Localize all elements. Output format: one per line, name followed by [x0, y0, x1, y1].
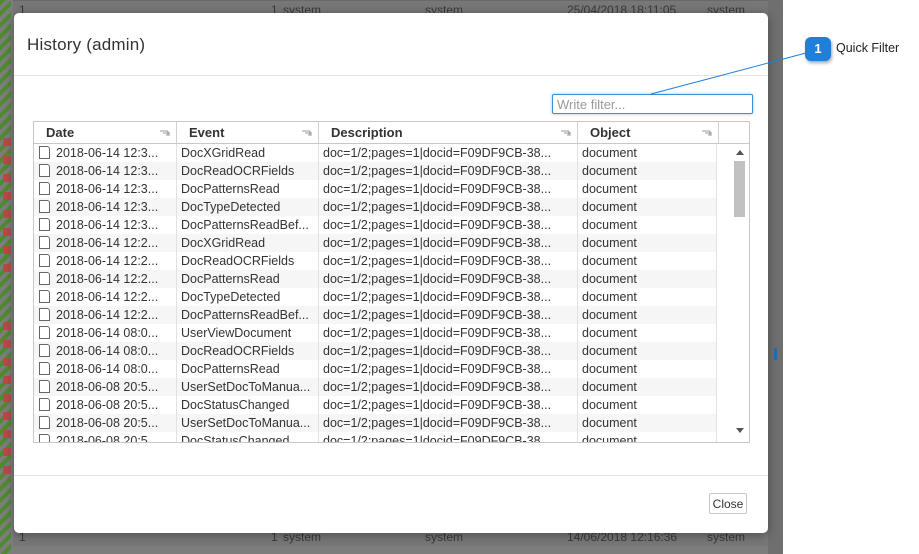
callout-line — [650, 52, 807, 95]
callout-connector — [650, 52, 807, 95]
callout-label: Quick Filter — [836, 41, 900, 55]
callout-number-badge: 1 — [805, 37, 831, 61]
